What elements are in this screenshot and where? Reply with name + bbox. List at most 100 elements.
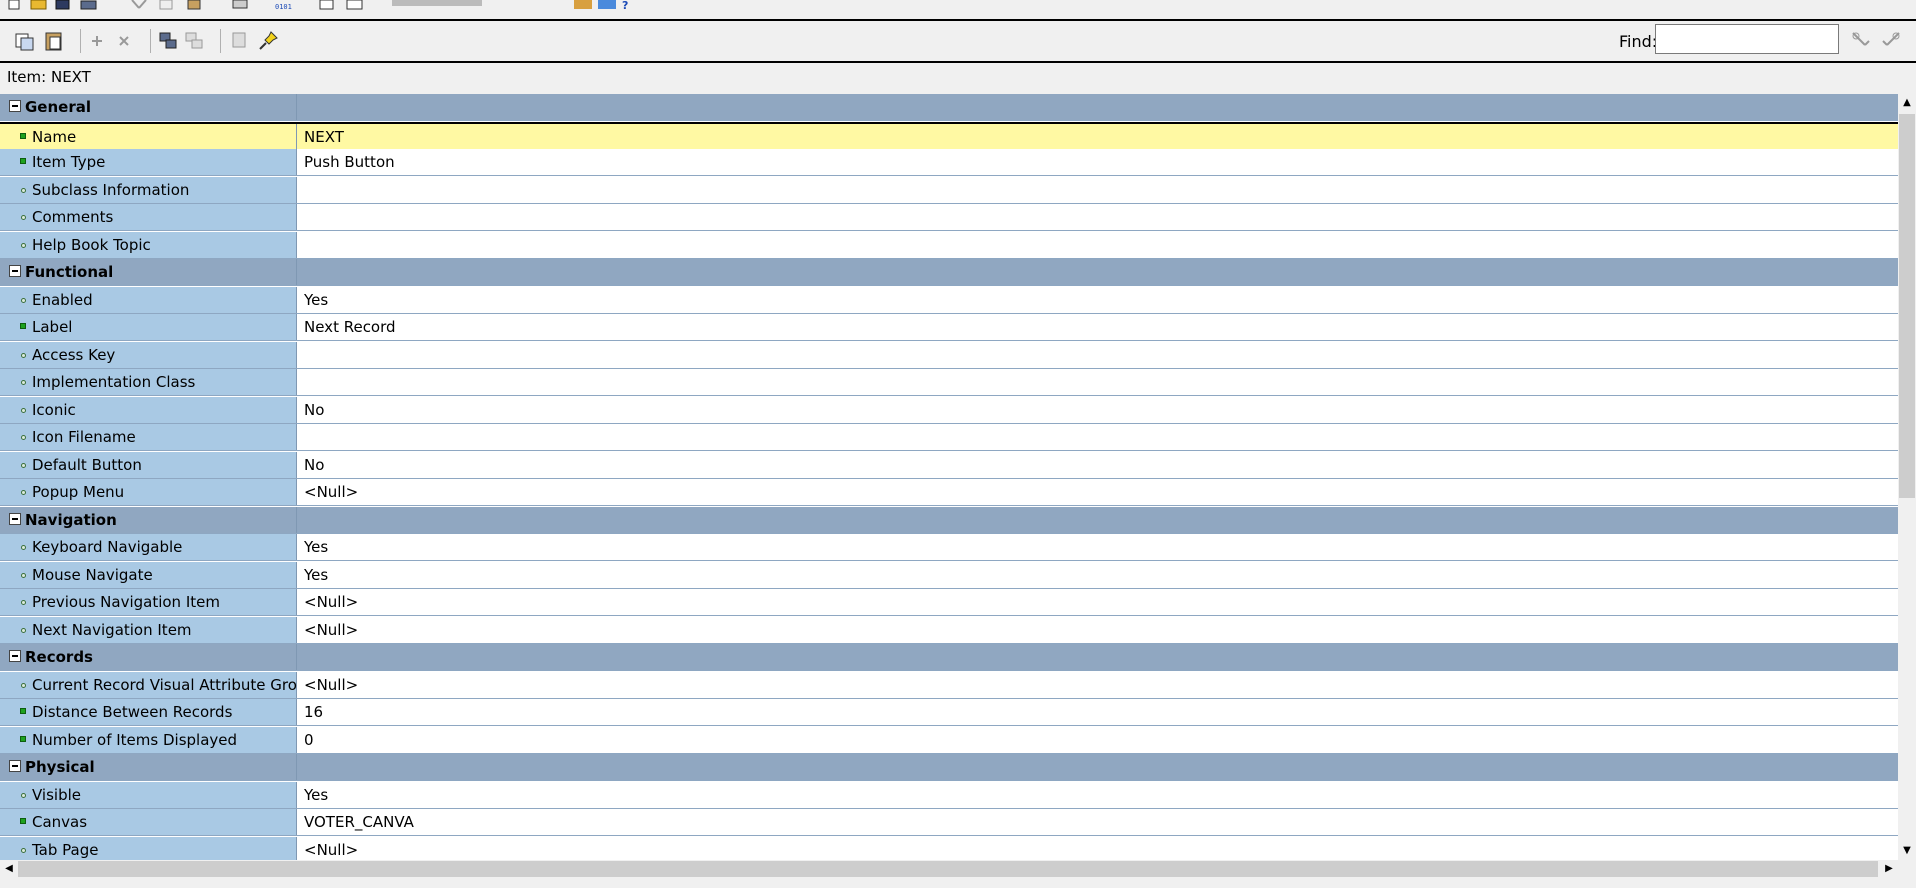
property-name-cell[interactable]: Iconic: [0, 397, 297, 423]
property-name-cell[interactable]: Access Key: [0, 342, 297, 368]
property-row[interactable]: Current Record Visual Attribute Group <Nu…: [0, 672, 1898, 699]
category-name-cell[interactable]: Functional: [0, 259, 297, 285]
property-row[interactable]: Label Next Record: [0, 314, 1898, 341]
property-name-cell[interactable]: Tab Page: [0, 837, 297, 860]
property-value-cell[interactable]: 16: [297, 699, 1898, 725]
property-name-cell[interactable]: Default Button: [0, 452, 297, 478]
property-row[interactable]: Next Navigation Item <Null>: [0, 617, 1898, 644]
property-name-cell[interactable]: Mouse Navigate: [0, 562, 297, 588]
property-row[interactable]: Enabled Yes: [0, 287, 1898, 314]
property-value-cell[interactable]: Push Button: [297, 149, 1898, 175]
delete-icon[interactable]: [113, 30, 135, 52]
category-name-cell[interactable]: Navigation: [0, 507, 297, 533]
debug-icon[interactable]: [345, 0, 365, 10]
property-value-cell[interactable]: [297, 177, 1898, 203]
category-name-cell[interactable]: Records: [0, 644, 297, 670]
property-row[interactable]: Subclass Information: [0, 177, 1898, 204]
vertical-scrollbar[interactable]: ▲ ▼: [1898, 94, 1916, 860]
find-next-icon[interactable]: [1850, 30, 1872, 52]
property-row[interactable]: Number of Items Displayed 0: [0, 727, 1898, 754]
property-value-cell[interactable]: Yes: [297, 287, 1898, 313]
property-value-cell[interactable]: Yes: [297, 534, 1898, 560]
property-value-cell[interactable]: NEXT: [297, 124, 1898, 150]
property-value-cell[interactable]: Yes: [297, 562, 1898, 588]
property-row[interactable]: Access Key: [0, 342, 1898, 369]
add-icon[interactable]: [86, 30, 108, 52]
property-row[interactable]: Popup Menu <Null>: [0, 479, 1898, 506]
property-value-cell[interactable]: No: [297, 397, 1898, 423]
property-row[interactable]: Comments: [0, 204, 1898, 231]
property-value-cell[interactable]: Yes: [297, 782, 1898, 808]
collapse-icon[interactable]: [9, 265, 21, 277]
property-name-cell[interactable]: Popup Menu: [0, 479, 297, 505]
property-value-cell[interactable]: [297, 342, 1898, 368]
property-name-cell[interactable]: Implementation Class: [0, 369, 297, 395]
scroll-down-icon[interactable]: ▼: [1898, 842, 1916, 860]
property-name-cell[interactable]: Help Book Topic: [0, 232, 297, 258]
property-name-cell[interactable]: Current Record Visual Attribute Group: [0, 672, 316, 698]
property-row[interactable]: Help Book Topic: [0, 232, 1898, 259]
category-row[interactable]: Functional: [0, 259, 1898, 286]
property-name-cell[interactable]: Keyboard Navigable: [0, 534, 297, 560]
scroll-right-icon[interactable]: ▶: [1880, 860, 1898, 878]
category-row[interactable]: Records: [0, 644, 1898, 671]
print-icon[interactable]: [80, 0, 98, 10]
property-name-cell[interactable]: Icon Filename: [0, 424, 297, 450]
property-name-cell[interactable]: Previous Navigation Item: [0, 589, 297, 615]
intersection-icon[interactable]: [184, 30, 206, 52]
scroll-up-icon[interactable]: ▲: [1898, 94, 1916, 112]
step-icon[interactable]: [390, 0, 490, 10]
property-name-cell[interactable]: Item Type: [0, 149, 297, 175]
category-row[interactable]: General: [0, 94, 1898, 121]
property-row[interactable]: Mouse Navigate Yes: [0, 562, 1898, 589]
property-value-cell[interactable]: No: [297, 452, 1898, 478]
property-value-cell[interactable]: <Null>: [297, 617, 1898, 643]
paste-icon[interactable]: [186, 0, 204, 10]
property-row[interactable]: Canvas VOTER_CANVA: [0, 809, 1898, 836]
property-row[interactable]: Visible Yes: [0, 782, 1898, 809]
run-icon[interactable]: [318, 0, 336, 10]
copy-properties-icon[interactable]: [14, 30, 36, 52]
property-row[interactable]: Tab Page <Null>: [0, 837, 1898, 860]
vertical-scroll-thumb[interactable]: [1899, 114, 1915, 498]
pin-icon[interactable]: [257, 30, 279, 52]
horizontal-scrollbar[interactable]: ◀ ▶: [0, 860, 1898, 878]
find-previous-icon[interactable]: [1880, 30, 1902, 52]
collapse-icon[interactable]: [9, 513, 21, 525]
property-value-cell[interactable]: <Null>: [297, 589, 1898, 615]
property-name-cell[interactable]: Comments: [0, 204, 297, 230]
union-icon[interactable]: [158, 30, 180, 52]
help-icon[interactable]: ?: [572, 0, 632, 10]
property-name-cell[interactable]: Visible: [0, 782, 297, 808]
property-row[interactable]: Icon Filename: [0, 424, 1898, 451]
property-name-cell[interactable]: Next Navigation Item: [0, 617, 297, 643]
cut-icon[interactable]: [130, 0, 148, 10]
collapse-icon[interactable]: [9, 100, 21, 112]
property-value-cell[interactable]: 0: [297, 727, 1898, 753]
open-icon[interactable]: [30, 0, 48, 10]
property-value-cell[interactable]: <Null>: [297, 479, 1898, 505]
category-name-cell[interactable]: Physical: [0, 754, 297, 780]
property-row[interactable]: Iconic No: [0, 397, 1898, 424]
property-value-cell[interactable]: [297, 369, 1898, 395]
property-row[interactable]: Name NEXT: [0, 122, 1898, 150]
property-value-cell[interactable]: Next Record: [297, 314, 1898, 340]
find-input[interactable]: [1655, 24, 1839, 54]
property-name-cell[interactable]: Distance Between Records: [0, 699, 297, 725]
inherit-icon[interactable]: [228, 30, 250, 52]
property-name-cell[interactable]: Label: [0, 314, 297, 340]
copy-icon[interactable]: [158, 0, 176, 10]
save-icon[interactable]: [55, 0, 71, 10]
category-row[interactable]: Navigation: [0, 507, 1898, 534]
property-value-cell[interactable]: [297, 204, 1898, 230]
property-value-cell[interactable]: <Null>: [297, 672, 1898, 698]
property-value-cell[interactable]: VOTER_CANVA: [297, 809, 1898, 835]
collapse-icon[interactable]: [9, 650, 21, 662]
property-name-cell[interactable]: Subclass Information: [0, 177, 297, 203]
paste-properties-icon[interactable]: [43, 30, 65, 52]
property-value-cell[interactable]: [297, 232, 1898, 258]
property-name-cell[interactable]: Name: [0, 124, 297, 150]
property-row[interactable]: Distance Between Records 16: [0, 699, 1898, 726]
horizontal-scroll-thumb[interactable]: [18, 861, 1878, 877]
property-name-cell[interactable]: Number of Items Displayed: [0, 727, 297, 753]
